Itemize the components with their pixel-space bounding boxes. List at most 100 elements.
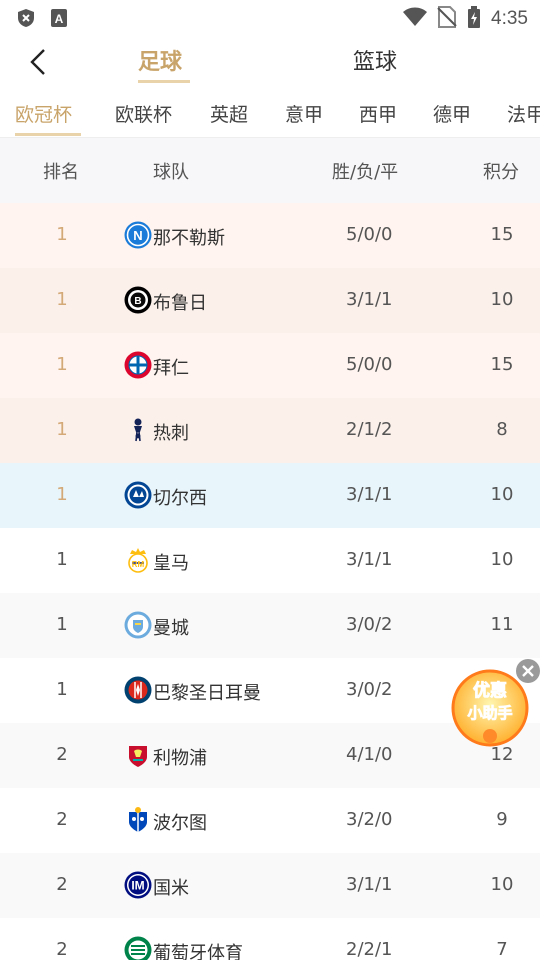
svg-text:A: A	[55, 12, 64, 26]
team-name: 拜仁	[153, 358, 189, 379]
record-cell: 3/1/1	[346, 549, 393, 570]
standings-header: 排名 球队 胜/负/平 积分	[0, 138, 540, 203]
shield-icon	[16, 8, 36, 32]
team-name: 那不勒斯	[153, 228, 225, 249]
rank-cell: 2	[56, 809, 68, 830]
table-row[interactable]: 2 波尔图 3/2/0 9	[0, 788, 540, 853]
team-name: 皇马	[153, 553, 189, 574]
rank-cell: 2	[56, 939, 68, 960]
record-cell: 3/1/1	[346, 484, 393, 505]
promo-helper-button[interactable]: 优惠 小助手	[450, 668, 530, 748]
table-row[interactable]: 1 切尔西 3/1/1 10	[0, 463, 540, 528]
clock: 4:35	[491, 8, 528, 29]
league-tab-la-liga[interactable]: 西甲	[359, 100, 397, 127]
rank-cell: 1	[56, 354, 68, 375]
header-team: 球队	[153, 162, 189, 183]
promo-line2: 小助手	[467, 704, 512, 722]
back-button[interactable]	[22, 46, 54, 78]
team-name: 热刺	[153, 423, 189, 444]
svg-text:IM: IM	[131, 879, 144, 893]
table-row[interactable]: 2 葡萄牙体育 2/2/1 7	[0, 918, 540, 960]
tottenham-logo	[124, 416, 152, 444]
active-tab-indicator	[138, 80, 190, 83]
rank-cell: 1	[56, 224, 68, 245]
record-cell: 3/1/1	[346, 289, 393, 310]
psg-logo	[124, 676, 152, 704]
team-name: 切尔西	[153, 488, 207, 509]
table-row[interactable]: 1 热刺 2/1/2 8	[0, 398, 540, 463]
table-row[interactable]: 2 IM 国米 3/1/1 10	[0, 853, 540, 918]
close-icon	[522, 665, 534, 677]
table-row[interactable]: 1 曼城 3/0/2 11	[0, 593, 540, 658]
rank-cell: 2	[56, 744, 68, 765]
svg-text:N: N	[133, 228, 142, 243]
record-cell: 4/1/0	[346, 744, 393, 765]
points-cell: 7	[496, 939, 508, 960]
points-cell: 15	[490, 354, 514, 375]
league-tab-europa-league[interactable]: 欧联杯	[115, 100, 172, 127]
header-points: 积分	[483, 162, 519, 183]
league-tab-premier-league[interactable]: 英超	[210, 100, 248, 127]
league-tab-serie-a[interactable]: 意甲	[285, 100, 323, 127]
league-tab-ligue-1[interactable]: 法甲	[507, 100, 540, 127]
record-cell: 2/1/2	[346, 419, 393, 440]
league-tabs: 欧冠杯 欧联杯 英超 意甲 西甲 德甲 法甲	[0, 88, 540, 138]
team-name: 巴黎圣日耳曼	[153, 683, 261, 704]
record-cell: 3/1/1	[346, 874, 393, 895]
promo-line1: 优惠	[473, 680, 507, 701]
table-row[interactable]: 1 N 那不勒斯 5/0/0 15	[0, 203, 540, 268]
man-city-logo	[124, 611, 152, 639]
porto-logo	[124, 806, 152, 834]
table-row[interactable]: 1 B 布鲁日 3/1/1 10	[0, 268, 540, 333]
chelsea-logo	[124, 481, 152, 509]
record-cell: 3/0/2	[346, 614, 393, 635]
rank-cell: 1	[56, 484, 68, 505]
header-record: 胜/负/平	[332, 162, 399, 183]
record-cell: 5/0/0	[346, 354, 393, 375]
rank-cell: 2	[56, 874, 68, 895]
points-cell: 11	[490, 614, 514, 635]
league-tab-champions-league[interactable]: 欧冠杯	[15, 100, 72, 127]
points-cell: 15	[490, 224, 514, 245]
sporting-logo	[124, 936, 152, 960]
tab-basketball[interactable]: 篮球	[353, 44, 397, 76]
battery-icon	[467, 6, 481, 32]
record-cell: 2/2/1	[346, 939, 393, 960]
points-cell: 10	[490, 484, 514, 505]
league-tab-indicator	[15, 133, 81, 136]
standings-list: 1 N 那不勒斯 5/0/0 15 1 B 布鲁日 3/1/1 10 1 拜仁 5/0/0 15 1 热刺 2/…	[0, 203, 540, 960]
wifi-icon	[403, 7, 428, 31]
table-row[interactable]: 1 RM 皇马 3/1/1 10	[0, 528, 540, 593]
svg-text:RM: RM	[132, 560, 145, 569]
rank-cell: 1	[56, 289, 68, 310]
header-rank: 排名	[43, 162, 79, 183]
real-madrid-logo: RM	[124, 546, 152, 574]
rank-cell: 1	[56, 614, 68, 635]
tab-football[interactable]: 足球	[138, 44, 182, 76]
rank-cell: 1	[56, 679, 68, 700]
points-cell: 9	[496, 809, 508, 830]
points-cell: 10	[490, 874, 514, 895]
team-name: 葡萄牙体育	[153, 943, 243, 960]
team-name: 布鲁日	[153, 293, 207, 314]
top-header: 足球 篮球	[0, 36, 540, 86]
league-tab-bundesliga[interactable]: 德甲	[433, 100, 471, 127]
napoli-logo: N	[124, 221, 152, 249]
font-app-icon: A	[50, 8, 68, 32]
points-cell: 10	[490, 549, 514, 570]
promo-close-button[interactable]	[516, 659, 540, 683]
gift-badge-icon: 优惠 小助手	[451, 669, 529, 747]
points-cell: 8	[496, 419, 508, 440]
record-cell: 5/0/0	[346, 224, 393, 245]
liverpool-logo	[124, 741, 152, 769]
svg-text:B: B	[134, 296, 141, 307]
bayern-logo	[124, 351, 152, 379]
chevron-left-icon	[30, 49, 45, 75]
rank-cell: 1	[56, 419, 68, 440]
record-cell: 3/0/2	[346, 679, 393, 700]
team-name: 波尔图	[153, 813, 207, 834]
record-cell: 3/2/0	[346, 809, 393, 830]
no-sim-icon	[437, 6, 457, 32]
table-row[interactable]: 1 拜仁 5/0/0 15	[0, 333, 540, 398]
points-cell: 10	[490, 289, 514, 310]
